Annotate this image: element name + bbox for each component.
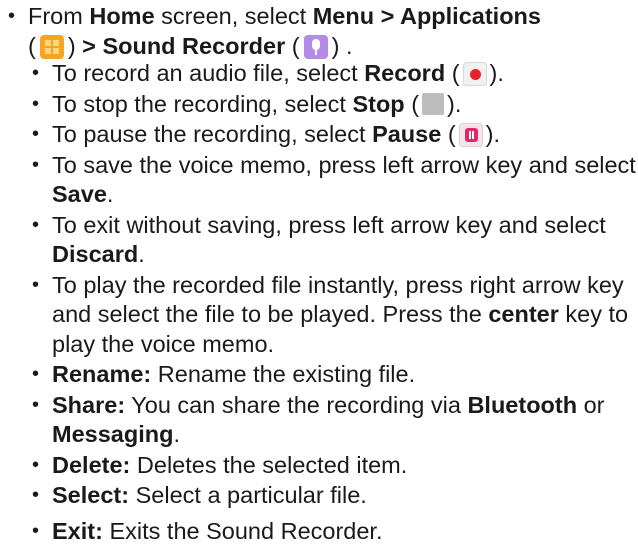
paren: ).: [447, 90, 462, 117]
text-record: Record: [364, 60, 446, 86]
bullet: •: [32, 62, 40, 84]
text: Exits the Sound Recorder.: [102, 517, 383, 544]
list-item-save: • To save the voice memo, press left arr…: [0, 151, 636, 210]
paren: (: [28, 32, 36, 59]
text-end: .: [339, 32, 353, 59]
text-home: Home: [89, 3, 155, 29]
paren: ).: [489, 60, 504, 86]
instructions-page: • From Home screen, select Menu > Applic…: [0, 0, 638, 544]
list-item-play: • To play the recorded file instantly, p…: [0, 271, 636, 360]
text-discard: Discard: [52, 241, 139, 267]
apps-icon: [39, 34, 64, 59]
text-sound-recorder: > Sound Recorder: [75, 32, 286, 59]
text-share: Share:: [52, 391, 126, 418]
bullet: •: [32, 153, 40, 176]
bullet: •: [32, 453, 40, 476]
text: .: [173, 421, 180, 447]
paren: (: [441, 121, 456, 147]
paren: (: [445, 60, 460, 86]
text-screen-select: screen, select: [154, 3, 313, 29]
list-item-record: • To record an audio file, select Record…: [0, 59, 636, 89]
stop-icon: [422, 92, 445, 115]
text-bluetooth: Bluetooth: [467, 391, 578, 418]
bullet: •: [32, 393, 40, 416]
bullet: •: [32, 123, 40, 145]
text-from: From: [28, 3, 90, 29]
text: You can share the recording via: [125, 391, 468, 418]
main-instruction-text: From Home screen, select Menu > Applicat…: [28, 2, 636, 61]
sub-instruction-list: • To record an audio file, select Record…: [0, 59, 636, 547]
list-item-stop: • To stop the recording, select Stop ().: [0, 90, 636, 120]
bullet: •: [32, 363, 40, 385]
text-center: center: [488, 301, 559, 327]
text-pause: Pause: [372, 121, 442, 147]
text-select: Select:: [52, 482, 130, 508]
paren: (: [404, 90, 420, 117]
text: To save the voice memo, press left arrow…: [52, 151, 636, 178]
text-messaging: Messaging: [52, 421, 174, 447]
text-rename: Rename:: [52, 361, 152, 387]
text: .: [138, 241, 145, 267]
text: Rename the existing file.: [151, 361, 416, 387]
paren: ).: [485, 121, 501, 147]
pause-icon: [458, 123, 483, 147]
record-icon: [462, 62, 487, 86]
paren: ): [67, 32, 76, 59]
list-item-select: • Select: Select a particular file.: [0, 481, 636, 511]
text: To pause the recording, select: [52, 121, 373, 147]
text-menu-applications: Menu > Applications: [312, 3, 541, 29]
paren: (: [291, 32, 300, 59]
list-item-exit: • Exit: Exits the Sound Recorder.: [0, 517, 636, 547]
bullet: •: [32, 213, 40, 236]
text-save: Save: [52, 181, 107, 207]
text: To stop the recording, select: [52, 90, 353, 117]
bullet: •: [32, 484, 40, 506]
text-stop: Stop: [352, 90, 405, 117]
bullet: •: [32, 519, 40, 542]
text: Deletes the selected item.: [130, 451, 408, 478]
text: To exit without saving, press left arrow…: [52, 211, 606, 238]
bullet: •: [8, 5, 16, 27]
list-item-rename: • Rename: Rename the existing file.: [0, 360, 636, 390]
bullet: •: [32, 273, 40, 296]
text: To record an audio file, select: [52, 60, 365, 86]
list-item-pause: • To pause the recording, select Pause (…: [0, 120, 636, 150]
text: .: [106, 181, 114, 207]
text-exit: Exit:: [52, 517, 103, 544]
list-item-delete: • Delete: Deletes the selected item.: [0, 451, 636, 481]
text: or: [577, 391, 605, 418]
text: Select a particular file.: [129, 482, 367, 508]
text-delete: Delete:: [52, 451, 131, 478]
bullet: •: [32, 92, 40, 115]
list-item-share: • Share: You can share the recording via…: [0, 391, 636, 450]
main-instruction: • From Home screen, select Menu > Applic…: [0, 2, 636, 61]
list-item-discard: • To exit without saving, press left arr…: [0, 211, 636, 270]
microphone-icon: [303, 34, 328, 59]
